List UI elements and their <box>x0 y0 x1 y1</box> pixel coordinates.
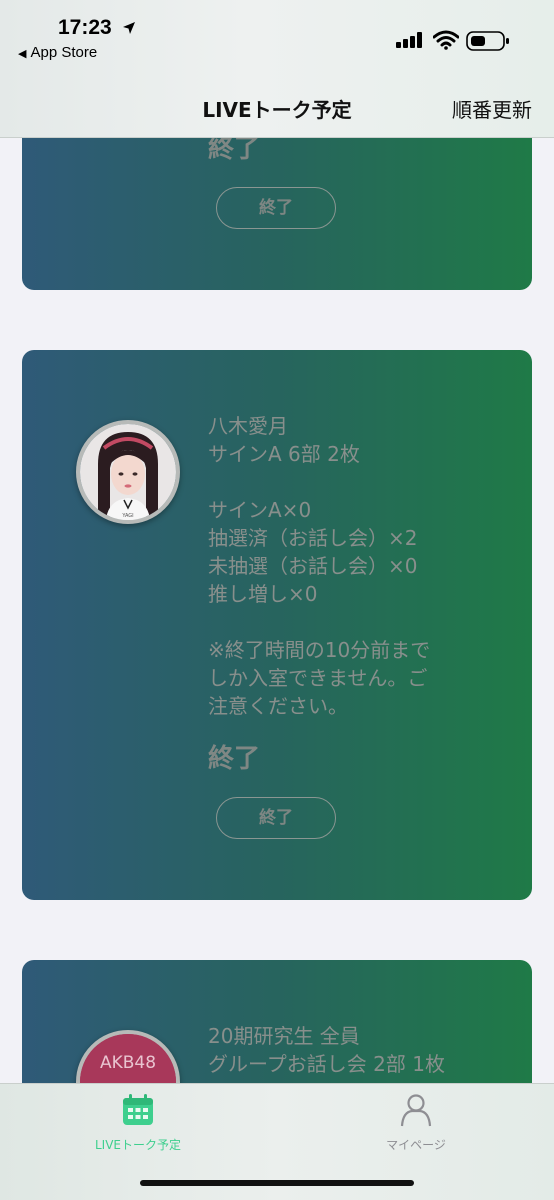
card-status: 終了 <box>208 138 261 164</box>
member-name: 20期研究生 全員 <box>208 1024 360 1048</box>
back-triangle-icon: ◀ <box>18 48 27 60</box>
reorder-update-button[interactable]: 順番更新 <box>452 94 532 123</box>
calendar-icon <box>120 1094 156 1132</box>
home-indicator <box>140 1180 414 1186</box>
wifi-icon <box>432 30 460 54</box>
back-app-label: App Store <box>30 44 98 61</box>
end-button[interactable]: 終了 <box>216 187 336 229</box>
group-logo-avatar: AKB48 <box>76 1030 180 1083</box>
tab-label: マイページ <box>386 1138 446 1152</box>
schedule-card: AKB48 20期研究生 全員 グループお話し会 2部 1枚 <box>22 960 532 1083</box>
avatar: YAGI <box>76 420 180 524</box>
detail-line: 未抽選（お話し会）×0 <box>208 554 418 578</box>
location-arrow-icon <box>122 20 136 39</box>
tab-live-talk-schedule[interactable]: LIVEトーク予定 <box>58 1092 218 1153</box>
battery-icon <box>466 30 510 56</box>
detail-line: 抽選済（お話し会）×2 <box>208 526 418 550</box>
person-icon <box>398 1094 434 1132</box>
session-info: サインA 6部 2枚 <box>208 442 360 466</box>
back-to-app-store[interactable]: ◀ App Store <box>18 44 97 61</box>
member-name: 八木愛月 <box>208 414 288 438</box>
signal-icon <box>396 32 424 52</box>
end-button[interactable]: 終了 <box>216 797 336 839</box>
detail-line: 推し増し×0 <box>208 582 318 606</box>
session-info: グループお話し会 2部 1枚 <box>208 1052 445 1076</box>
schedule-card: YAGI 八木愛月 サインA 6部 2枚 サインA×0 抽選済（お話し会）×2 … <box>22 350 532 900</box>
avatar-caption: YAGI <box>121 513 133 519</box>
entry-note: ※終了時間の10分前まで しか入室できません。ご 注意ください。 <box>208 638 431 718</box>
top-bar: 17:23 ◀ App Store LIVEトーク予定 順番更新 <box>0 0 554 138</box>
tab-my-page[interactable]: マイページ <box>336 1092 496 1153</box>
tab-label: LIVEトーク予定 <box>94 1138 182 1152</box>
group-logo: AKB48 <box>100 1053 156 1073</box>
detail-line: サインA×0 <box>208 498 312 522</box>
schedule-list[interactable]: 終了 終了 YAGI 八木愛月 サインA 6部 2枚 サインA×0 抽選済（お話… <box>0 138 554 1083</box>
schedule-card: 終了 終了 <box>22 138 532 290</box>
status-time: 17:23 <box>58 16 112 39</box>
card-status: 終了 <box>208 744 261 774</box>
